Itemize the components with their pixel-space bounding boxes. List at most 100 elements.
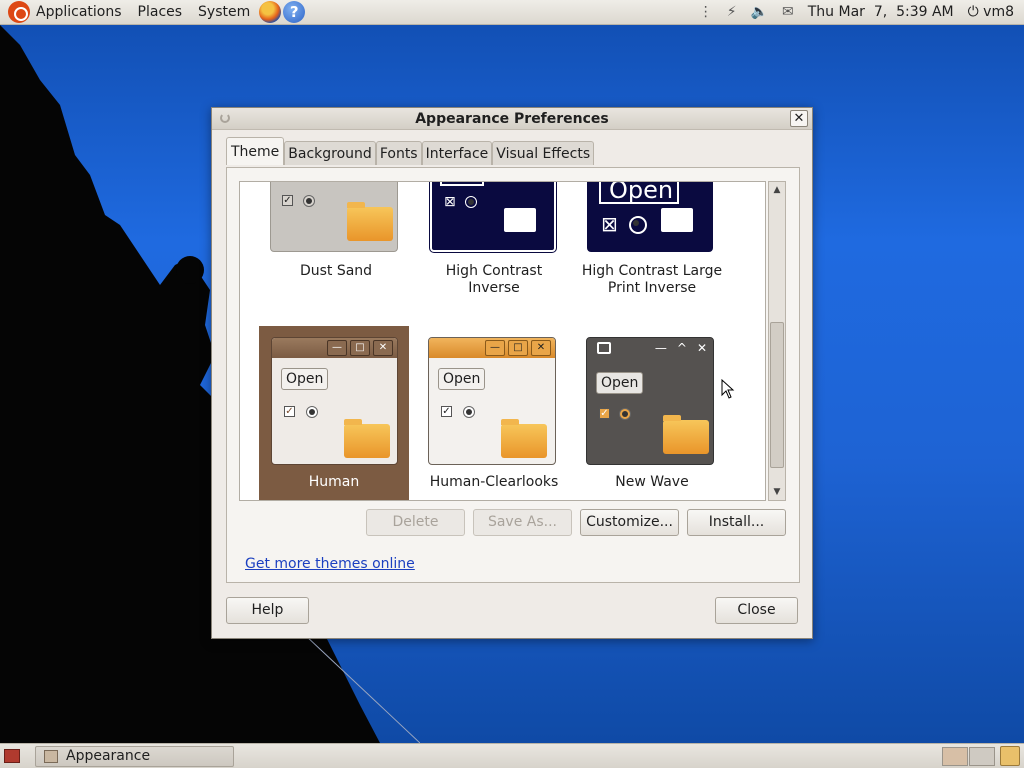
x-box-icon: ⊠ — [444, 194, 456, 210]
network-icon[interactable]: ⚡ — [727, 4, 737, 20]
close-button[interactable]: Close — [715, 597, 798, 624]
thumb-open-button: Open — [281, 368, 329, 390]
appearance-app-icon — [44, 750, 58, 763]
theme-label: High Contrast Inverse — [445, 263, 543, 296]
thumb-titlebar: — □ ✕ — [429, 338, 555, 358]
tab-background[interactable]: Background — [284, 141, 376, 165]
folder-icon — [347, 202, 393, 241]
top-panel: Applications Places System ? ⋮ ⚡ 🔈 ✉ Thu… — [0, 0, 1024, 25]
scrollbar-thumb[interactable] — [770, 322, 784, 468]
tab-bar: Theme Background Fonts Interface Visual … — [226, 137, 595, 165]
firefox-icon[interactable] — [259, 1, 282, 23]
folder-icon — [663, 415, 709, 454]
close-icon: ✕ — [696, 341, 707, 355]
delete-button[interactable]: Delete — [366, 509, 465, 536]
clock[interactable]: Thu Mar 7, 5:39 AM — [808, 4, 954, 20]
radio-icon — [306, 406, 318, 418]
theme-label: Human-Clearlooks — [429, 474, 559, 490]
workspace-2[interactable] — [969, 747, 995, 766]
checkbox-icon: ✓ — [599, 408, 610, 419]
theme-list[interactable]: ✓ Dust Sand ⊠ High Contrast Inverse Open — [239, 181, 766, 501]
window-close-icon[interactable]: ✕ — [790, 110, 808, 127]
radio-icon — [463, 406, 475, 418]
maximize-icon: □ — [350, 340, 370, 356]
theme-label: New Wave — [615, 474, 689, 490]
theme-human-clearlooks[interactable]: — □ ✕ Open ✓ Human-Clearlooks — [419, 326, 569, 500]
tab-visual-effects[interactable]: Visual Effects — [492, 141, 595, 165]
maximize-icon: □ — [508, 340, 528, 356]
taskbar-item-appearance-preferences[interactable]: Appearance Preferences — [35, 746, 234, 768]
system-menu[interactable]: System — [190, 0, 258, 25]
tab-theme[interactable]: Theme — [226, 137, 285, 165]
user-switcher[interactable]: ⏻ vm8 — [968, 4, 1014, 20]
thumb-open-button: Open — [438, 368, 486, 390]
show-desktop-icon[interactable] — [4, 749, 20, 763]
radio-icon — [303, 195, 315, 207]
theme-tab-panel: ✓ Dust Sand ⊠ High Contrast Inverse Open — [226, 167, 800, 583]
scroll-down-icon[interactable]: ▼ — [769, 485, 785, 499]
radio-icon — [619, 408, 631, 420]
theme-label: High Contrast Large Print Inverse — [581, 263, 723, 296]
theme-label: Human — [308, 474, 360, 490]
folder-icon — [501, 419, 547, 458]
close-icon: ✕ — [373, 340, 393, 356]
mouse-pointer-icon — [721, 379, 735, 399]
radio-icon — [629, 216, 647, 234]
theme-human[interactable]: — □ ✕ Open ✓ Human — [259, 326, 409, 500]
workspace-1[interactable] — [942, 747, 968, 766]
bottom-panel: Appearance Preferences — [0, 743, 1024, 768]
close-icon: ✕ — [531, 340, 551, 356]
theme-thumbnail: ⊠ — [429, 182, 557, 253]
ubuntu-logo-icon — [8, 1, 30, 23]
scroll-up-icon[interactable]: ▲ — [769, 183, 785, 197]
volume-icon[interactable]: 🔈 — [751, 4, 768, 20]
window-titlebar[interactable]: Appearance Preferences ✕ — [212, 108, 812, 130]
theme-high-contrast-large-print-inverse[interactable]: Open ⊠ High Contrast Large Print Inverse — [577, 182, 727, 302]
folder-icon — [504, 208, 536, 232]
minimize-icon: — — [485, 340, 505, 356]
help-button[interactable]: Help — [226, 597, 309, 624]
checkbox-icon: ✓ — [282, 195, 293, 206]
system-tray: ⋮ ⚡ 🔈 ✉ Thu Mar 7, 5:39 AM ⏻ vm8 — [699, 0, 1024, 25]
thumb-titlebar: — ^ ✕ — [587, 338, 713, 358]
system-menu-label: System — [198, 4, 251, 20]
power-icon: ⏻ — [967, 4, 979, 20]
theme-new-wave[interactable]: — ^ ✕ Open ✓ New Wave — [577, 326, 727, 500]
folder-icon — [344, 419, 390, 458]
minimize-icon: — — [654, 341, 667, 355]
window-menu-icon[interactable] — [220, 113, 230, 123]
trash-icon[interactable] — [1000, 746, 1020, 766]
x-box-icon: ⊠ — [601, 212, 618, 236]
help-icon[interactable]: ? — [283, 1, 306, 23]
mail-icon[interactable]: ✉ — [782, 4, 794, 20]
theme-thumbnail: Open ⊠ — [587, 182, 713, 252]
folder-icon — [661, 208, 693, 232]
get-more-themes-link[interactable]: Get more themes online — [245, 556, 415, 572]
theme-dust-sand[interactable]: ✓ Dust Sand — [261, 182, 411, 302]
thumb-titlebar: — □ ✕ — [272, 338, 397, 358]
places-menu[interactable]: Places — [130, 0, 191, 25]
theme-list-scrollbar[interactable]: ▲ ▼ — [768, 181, 786, 501]
applications-menu-label: Applications — [36, 4, 122, 20]
checkbox-icon: ✓ — [284, 406, 295, 417]
checkbox-icon: ✓ — [441, 406, 452, 417]
thumb-open-button: Open — [599, 182, 679, 204]
applications-menu[interactable]: Applications — [0, 0, 130, 25]
user-name: vm8 — [983, 4, 1014, 20]
window-menu-icon — [597, 342, 611, 354]
tab-fonts[interactable]: Fonts — [375, 141, 422, 165]
install-button[interactable]: Install... — [687, 509, 786, 536]
radio-icon — [465, 196, 477, 208]
tab-interface[interactable]: Interface — [421, 141, 493, 165]
theme-thumbnail: — □ ✕ Open ✓ — [428, 337, 556, 465]
minimize-icon: — — [327, 340, 347, 356]
appearance-preferences-window: Appearance Preferences ✕ Theme Backgroun… — [211, 107, 813, 639]
tray-handle-icon: ⋮ — [698, 4, 713, 20]
theme-thumbnail: — ^ ✕ Open ✓ — [586, 337, 714, 465]
save-as-button[interactable]: Save As... — [473, 509, 572, 536]
maximize-icon: ^ — [676, 341, 687, 355]
customize-button[interactable]: Customize... — [580, 509, 679, 536]
thumb-open-button: Open — [596, 372, 644, 394]
theme-high-contrast-inverse[interactable]: ⊠ High Contrast Inverse — [419, 182, 569, 302]
theme-label: Dust Sand — [299, 263, 373, 279]
